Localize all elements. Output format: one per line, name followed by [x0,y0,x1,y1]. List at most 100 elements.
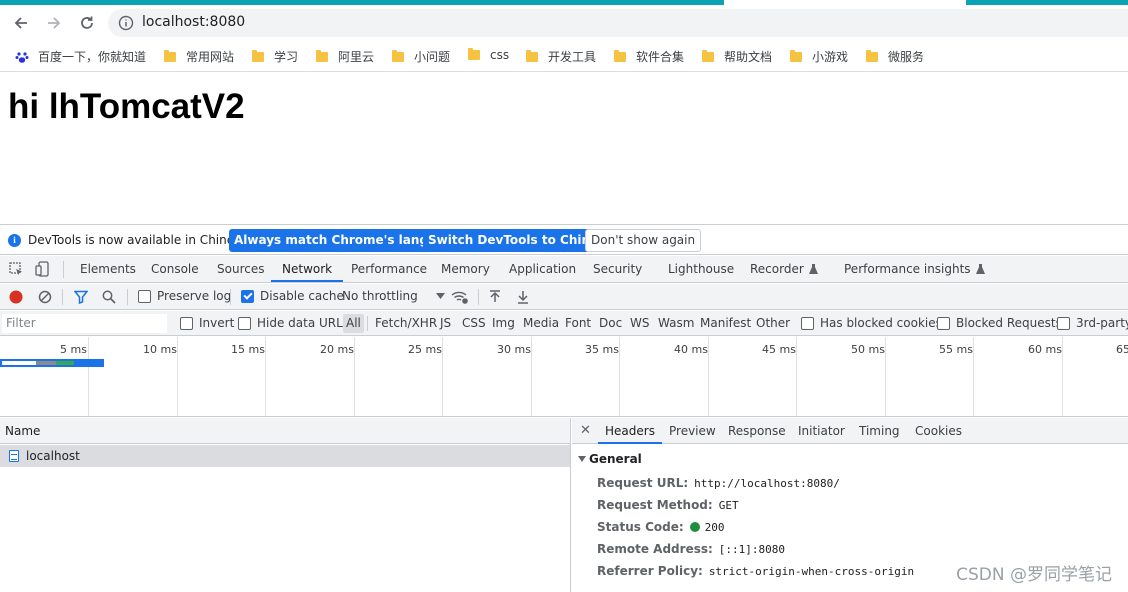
bookmark-baidu[interactable]: 百度一下，你就知道 [15,48,146,65]
tab-sources[interactable]: Sources [217,256,264,282]
tab-recorder[interactable]: Recorder [750,256,818,282]
tab-console[interactable]: Console [151,256,199,282]
third-party-checkbox[interactable]: 3rd-party [1057,316,1128,330]
filter-type-img[interactable]: Img [492,316,515,330]
tab-application[interactable]: Application [509,256,576,282]
hide-data-urls-checkbox[interactable]: Hide data URLs [238,316,349,330]
tab-security[interactable]: Security [593,256,642,282]
filter-type-css[interactable]: CSS [462,316,486,330]
invert-checkbox[interactable]: Invert [180,316,234,330]
divider [63,261,64,278]
bookmark-folder[interactable]: 阿里云 [316,48,374,65]
general-section-toggle[interactable]: General [578,452,642,466]
filter-type-wasm[interactable]: Wasm [658,316,694,330]
bookmark-folder[interactable]: 小问题 [392,48,450,65]
timeline-tick-label: 5 ms [60,343,87,356]
tab-memory[interactable]: Memory [441,256,490,282]
tab-timing[interactable]: Timing [859,418,900,444]
tab-elements[interactable]: Elements [80,256,136,282]
throttling-select[interactable]: No throttling [342,289,445,303]
table-row[interactable]: localhost [0,445,570,467]
checkbox-box[interactable] [180,316,193,330]
checkbox-box[interactable] [238,316,251,330]
filter-type-manifest[interactable]: Manifest [700,316,751,330]
timeline-tick-label: 65 [1116,343,1128,356]
timeline-gridline [885,337,886,416]
bookmark-folder[interactable]: 小游戏 [790,48,848,65]
checkbox-box[interactable] [937,316,950,330]
search-icon[interactable] [102,290,116,304]
blocked-requests-checkbox[interactable]: Blocked Requests [937,316,1062,330]
info-icon: i [8,234,21,247]
filter-type-font[interactable]: Font [565,316,591,330]
waterfall-waiting [36,361,56,365]
device-toolbar-icon[interactable] [35,261,50,277]
timeline-tick-label: 25 ms [408,343,442,356]
tab-headers[interactable]: Headers [598,418,662,444]
timeline-tick-label: 45 ms [762,343,796,356]
export-har-icon[interactable] [517,290,529,304]
network-toolbar: Preserve log Disable cache No throttling [0,284,1128,310]
waterfall-download [56,361,74,365]
column-name[interactable]: Name [5,424,40,438]
tab-response[interactable]: Response [728,418,786,444]
clear-icon[interactable] [38,290,52,304]
forward-button[interactable] [45,14,63,32]
import-har-icon[interactable] [489,290,501,304]
filter-type-media[interactable]: Media [523,316,559,330]
checkbox-box[interactable] [801,316,814,330]
dont-show-again-button[interactable]: Don't show again [585,229,702,252]
bookmark-folder[interactable]: css [468,48,509,62]
network-conditions-icon[interactable] [451,289,469,305]
request-name[interactable]: localhost [26,449,80,463]
checkbox-box[interactable] [241,289,254,303]
filter-funnel-icon[interactable] [74,290,88,304]
tab-lighthouse[interactable]: Lighthouse [668,256,734,282]
tab-performance-insights[interactable]: Performance insights [844,256,985,282]
filter-type-all[interactable]: All [343,314,364,333]
network-overview-timeline[interactable]: 5 ms 10 ms 15 ms 20 ms 25 ms 30 ms 35 ms… [0,337,1128,417]
address-url[interactable]: localhost:8080 [142,14,245,30]
bookmark-folder[interactable]: 开发工具 [526,48,596,65]
checkbox-box[interactable] [138,289,151,303]
filter-type-ws[interactable]: WS [630,316,649,330]
timeline-gridline [708,337,709,416]
filter-type-js[interactable]: JS [440,316,451,330]
tab-performance[interactable]: Performance [351,256,427,282]
bookmark-folder[interactable]: 微服务 [866,48,924,65]
preserve-log-checkbox[interactable]: Preserve log [138,289,231,303]
bookmark-label: 帮助文档 [724,50,773,64]
checkbox-box[interactable] [1057,316,1070,330]
record-icon[interactable] [9,290,23,304]
divider [230,289,231,305]
bookmark-label: 学习 [274,50,299,64]
filter-type-doc[interactable]: Doc [599,316,622,330]
tab-cookies[interactable]: Cookies [915,418,962,444]
filter-input[interactable]: Filter [2,314,167,333]
bookmark-folder[interactable]: 常用网站 [164,48,234,65]
close-icon[interactable]: ✕ [580,423,591,438]
timeline-gridline [442,337,443,416]
tab-initiator[interactable]: Initiator [798,418,845,444]
folder-icon [392,49,404,62]
folder-icon [468,48,480,60]
filter-type-other[interactable]: Other [756,316,790,330]
tab-preview[interactable]: Preview [669,418,716,444]
has-blocked-cookies-checkbox[interactable]: Has blocked cookies [801,316,942,330]
reload-button[interactable] [78,14,96,32]
bookmark-folder[interactable]: 软件合集 [614,48,684,65]
preserve-log-label: Preserve log [157,289,232,303]
arrow-left-icon [14,17,27,29]
bookmark-folder[interactable]: 学习 [252,48,298,65]
request-list-header[interactable]: Name [0,418,570,444]
filter-bar: Filter Invert Hide data URLs All Fetch/X… [0,311,1128,336]
address-bar[interactable]: localhost:8080 [108,9,1128,37]
disable-cache-checkbox[interactable]: Disable cache [241,289,344,303]
filter-type-fetch-xhr[interactable]: Fetch/XHR [375,316,437,330]
back-button[interactable] [12,14,30,32]
tab-network[interactable]: Network [271,256,344,282]
site-info-icon[interactable] [118,15,134,31]
divider [62,289,63,305]
bookmark-folder[interactable]: 帮助文档 [702,48,772,65]
inspect-element-icon[interactable] [9,262,24,277]
